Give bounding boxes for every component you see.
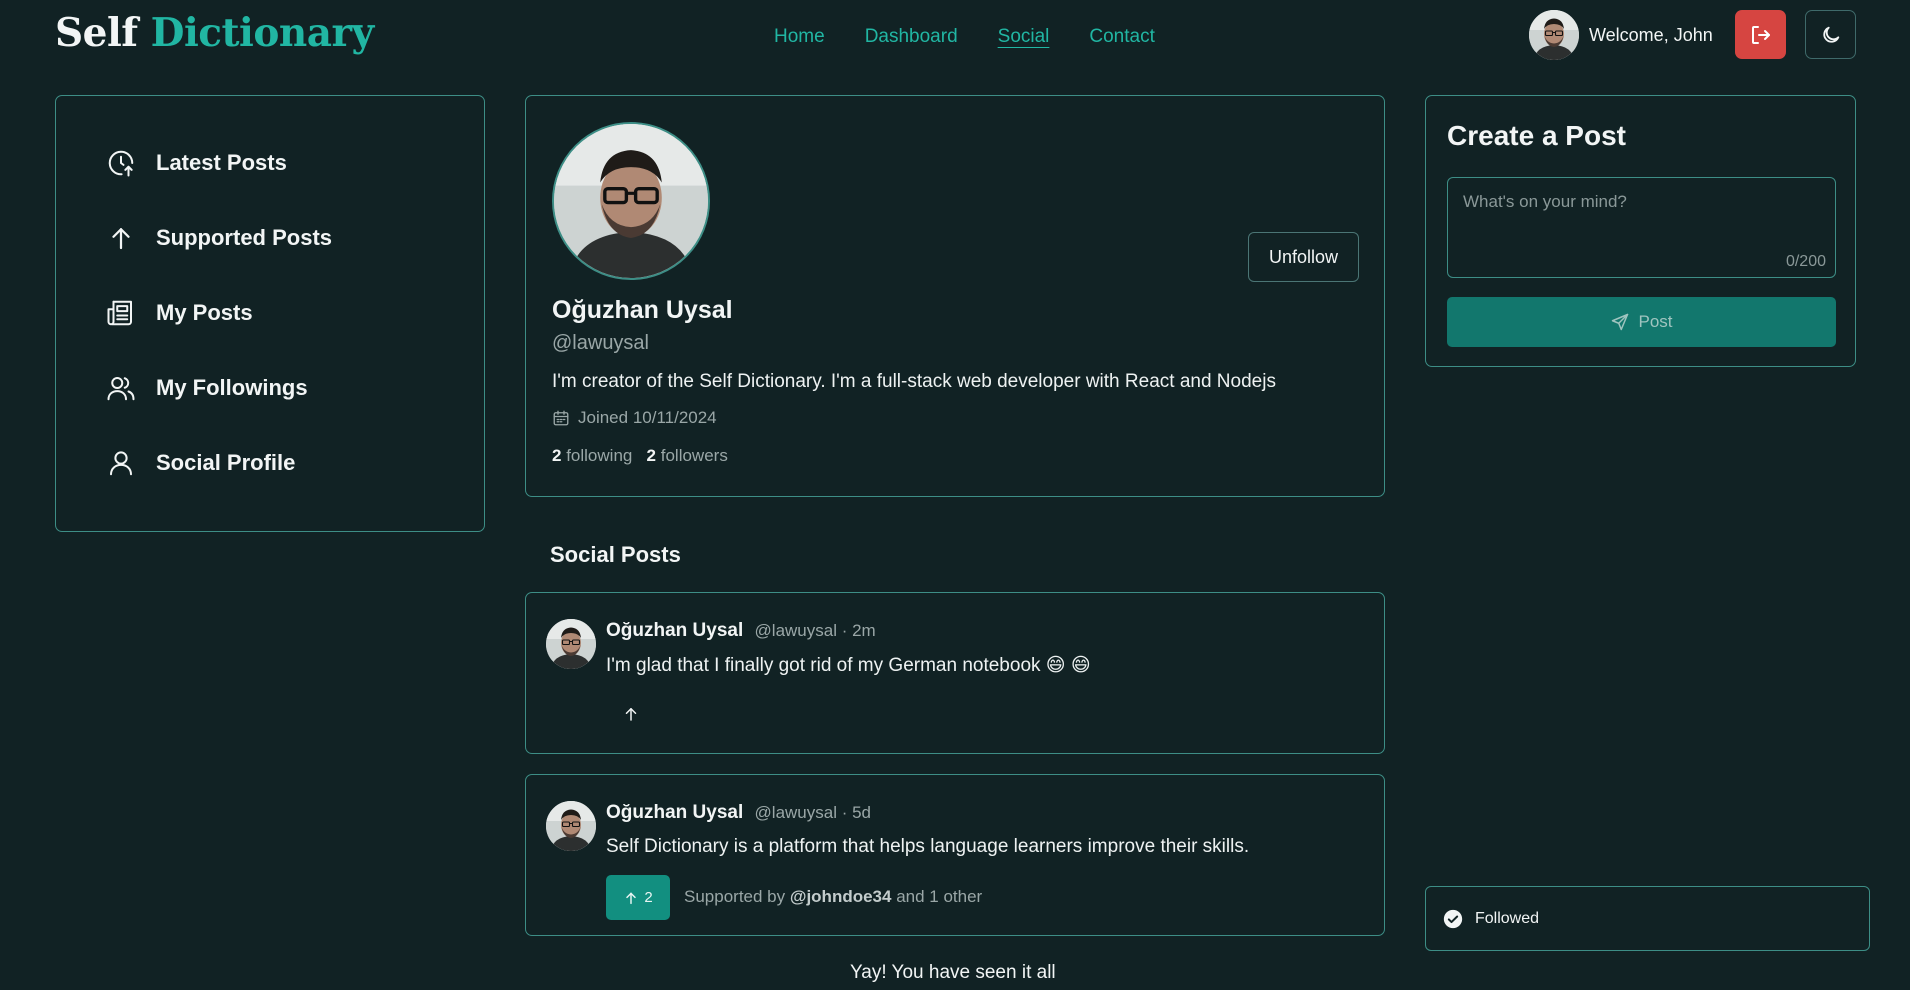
nav-dashboard[interactable]: Dashboard — [865, 26, 958, 48]
profile-handle: @lawuysal — [552, 332, 650, 354]
create-post-card: Create a Post What's on your mind? 0/200… — [1425, 95, 1856, 367]
arrow-up-icon — [625, 708, 637, 721]
profile-avatar — [552, 122, 710, 280]
supported-prefix: Supported by — [684, 887, 786, 906]
sidebar-item-latest-posts[interactable]: Latest Posts — [106, 148, 287, 178]
end-of-feed-message: Yay! You have seen it all — [850, 962, 1056, 983]
section-title: Social Posts — [550, 542, 681, 567]
nav-contact[interactable]: Contact — [1089, 26, 1154, 48]
post-card: Oğuzhan Uysal @lawuysal · 2m I'm glad th… — [525, 592, 1385, 754]
logo[interactable]: Self Dictionary — [55, 10, 374, 56]
support-button[interactable]: 2 — [606, 875, 670, 920]
profile-joined: Joined 10/11/2024 — [552, 408, 717, 428]
support-button[interactable] — [622, 705, 640, 723]
post-meta: @lawuysal · 5d — [754, 803, 871, 822]
moon-icon — [1822, 26, 1839, 43]
post-button[interactable]: Post — [1447, 297, 1836, 347]
toast-message: Followed — [1475, 909, 1540, 927]
post-card: Oğuzhan Uysal @lawuysal · 5d Self Dictio… — [525, 774, 1385, 936]
sidebar-item-supported-posts[interactable]: Supported Posts — [106, 223, 332, 253]
user-icon — [110, 451, 132, 476]
post-meta: @lawuysal · 2m — [754, 621, 876, 640]
newspaper-icon — [107, 300, 132, 326]
clock-arrow-icon — [108, 150, 134, 177]
sidebar-item-label: Latest Posts — [156, 150, 287, 175]
nav-social[interactable]: Social — [998, 26, 1050, 48]
arrow-up-icon — [626, 892, 637, 904]
toast-notification[interactable]: Followed — [1425, 886, 1870, 951]
welcome-text: Welcome, John — [1589, 24, 1713, 45]
profile-card: Unfollow Oğuzhan Uysal @lawuysal I'm cre… — [525, 95, 1385, 497]
post-button-label: Post — [1638, 312, 1673, 331]
support-count: 2 — [644, 889, 653, 906]
sidebar-item-label: Social Profile — [156, 450, 296, 475]
arrow-up-icon — [112, 228, 130, 250]
sidebar-item-social-profile[interactable]: Social Profile — [106, 448, 295, 478]
post-text: I'm glad that I finally got rid of my Ge… — [606, 655, 1091, 676]
users-icon — [107, 377, 135, 401]
logo-word-dictionary: Dictionary — [150, 10, 375, 56]
sidebar-item-my-posts[interactable]: My Posts — [106, 298, 253, 328]
sidebar-item-label: My Followings — [156, 375, 308, 400]
sidebar-item-my-followings[interactable]: My Followings — [106, 373, 308, 403]
supported-by-text: Supported by @johndoe34 and 1 other — [684, 887, 982, 907]
send-icon — [1612, 313, 1629, 331]
profile-name: Oğuzhan Uysal — [552, 296, 733, 324]
user-menu: Welcome, John — [1529, 10, 1713, 60]
supported-user-link[interactable]: @johndoe34 — [790, 887, 892, 906]
post-header: Oğuzhan Uysal @lawuysal · 2m — [606, 620, 876, 642]
followers-label[interactable]: followers — [661, 446, 728, 465]
post-author[interactable]: Oğuzhan Uysal — [606, 620, 743, 641]
sidebar-item-label: My Posts — [156, 300, 253, 325]
calendar-icon — [553, 410, 569, 426]
follow-stats: 2 following 2 followers — [552, 446, 728, 466]
followers-count[interactable]: 2 — [647, 446, 656, 465]
post-textarea-placeholder: What's on your mind? — [1463, 192, 1627, 211]
joined-date: Joined 10/11/2024 — [578, 408, 717, 427]
create-post-title: Create a Post — [1447, 120, 1626, 151]
post-text: Self Dictionary is a platform that helps… — [606, 836, 1250, 857]
sidebar: Latest Posts Supported Posts My Posts My… — [55, 95, 485, 532]
unfollow-button[interactable]: Unfollow — [1248, 232, 1359, 282]
char-counter: 0/200 — [1785, 253, 1826, 270]
logout-button[interactable] — [1735, 10, 1786, 59]
supported-suffix[interactable]: and 1 other — [896, 887, 982, 906]
post-author[interactable]: Oğuzhan Uysal — [606, 802, 743, 823]
theme-toggle-button[interactable] — [1805, 10, 1856, 59]
avatar[interactable] — [546, 801, 596, 851]
logo-word-self: Self — [55, 10, 138, 56]
logout-icon — [1751, 25, 1770, 44]
following-count[interactable]: 2 — [552, 446, 561, 465]
sidebar-item-label: Supported Posts — [156, 225, 333, 250]
avatar[interactable] — [546, 619, 596, 669]
following-label[interactable]: following — [566, 446, 632, 465]
main-nav: Home Dashboard Social Contact — [774, 26, 1155, 48]
profile-bio: I'm creator of the Self Dictionary. I'm … — [552, 371, 1276, 392]
nav-home[interactable]: Home — [774, 26, 825, 48]
post-textarea[interactable]: What's on your mind? 0/200 — [1447, 177, 1836, 278]
avatar[interactable] — [1529, 10, 1579, 60]
post-header: Oğuzhan Uysal @lawuysal · 5d — [606, 802, 871, 824]
check-circle-icon — [1443, 909, 1463, 928]
